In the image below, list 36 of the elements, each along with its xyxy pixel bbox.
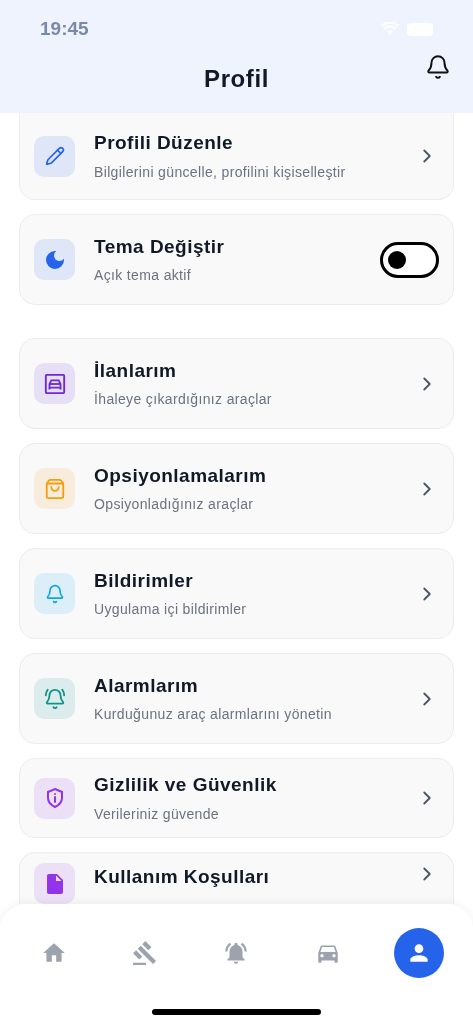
item-title: Bildirimler	[94, 568, 195, 593]
bell-icon	[425, 54, 451, 80]
item-title: Gizlilik ve Güvenlik	[94, 773, 278, 798]
bell-icon	[223, 940, 250, 966]
item-title: Profili Düzenle	[94, 131, 235, 156]
item-subtitle: Kurduğunuz araç alarmlarını yönetin	[94, 705, 333, 725]
settings-card[interactable]: Tema Değiştir Açık tema aktif	[19, 214, 454, 305]
menu-card[interactable]: İlanlarım İhaleye çıkardığınız araçlar	[19, 338, 454, 429]
status-time: 19:45	[40, 16, 89, 41]
menu-card[interactable]: Alarmlarım Kurduğunuz araç alarmlarını yönetin	[19, 653, 454, 744]
page-title: Profil	[204, 63, 269, 94]
item-title: Kullanım Koşulları	[94, 865, 271, 889]
item-subtitle: Bilgilerini güncelle, profilini kişiselleştir	[94, 162, 347, 182]
menu-card[interactable]: Bildirimler Uygulama içi bildirimler	[19, 548, 454, 639]
item-subtitle: Uygulama içi bildirimler	[94, 600, 248, 620]
shopping-bag-icon	[43, 477, 66, 500]
alarm-bell-icon	[43, 687, 66, 710]
menu-card[interactable]: Gizlilik ve Güvenlik Verileriniz güvende	[19, 758, 454, 838]
pencil-icon	[44, 146, 65, 166]
bell-icon	[44, 583, 65, 604]
item-subtitle: Açık tema aktif	[94, 266, 193, 286]
item-subtitle: Opsiyonladığınız araçlar	[94, 495, 255, 515]
item-title: İlanlarım	[94, 358, 178, 383]
item-title: Tema Değiştir	[94, 234, 226, 259]
item-subtitle: Verileriniz güvende	[94, 804, 220, 824]
notifications-button[interactable]	[425, 54, 451, 80]
item-title: Alarmlarım	[94, 673, 200, 698]
menu-card[interactable]: Opsiyonlamalarım Opsiyonladığınız araçlar	[19, 443, 454, 534]
menu-card[interactable]: Profili Düzenle Bilgilerini güncelle, profilini kişiselleştir	[19, 113, 454, 200]
car-icon	[43, 372, 66, 395]
theme-switch[interactable]	[380, 241, 439, 278]
gavel-icon	[132, 940, 159, 966]
menu-card[interactable]: Kullanım Koşulları	[19, 852, 454, 904]
item-title: Opsiyonlamalarım	[94, 463, 268, 488]
item-subtitle: İhaleye çıkardığınız araçlar	[94, 390, 273, 410]
tab[interactable]	[394, 928, 445, 978]
